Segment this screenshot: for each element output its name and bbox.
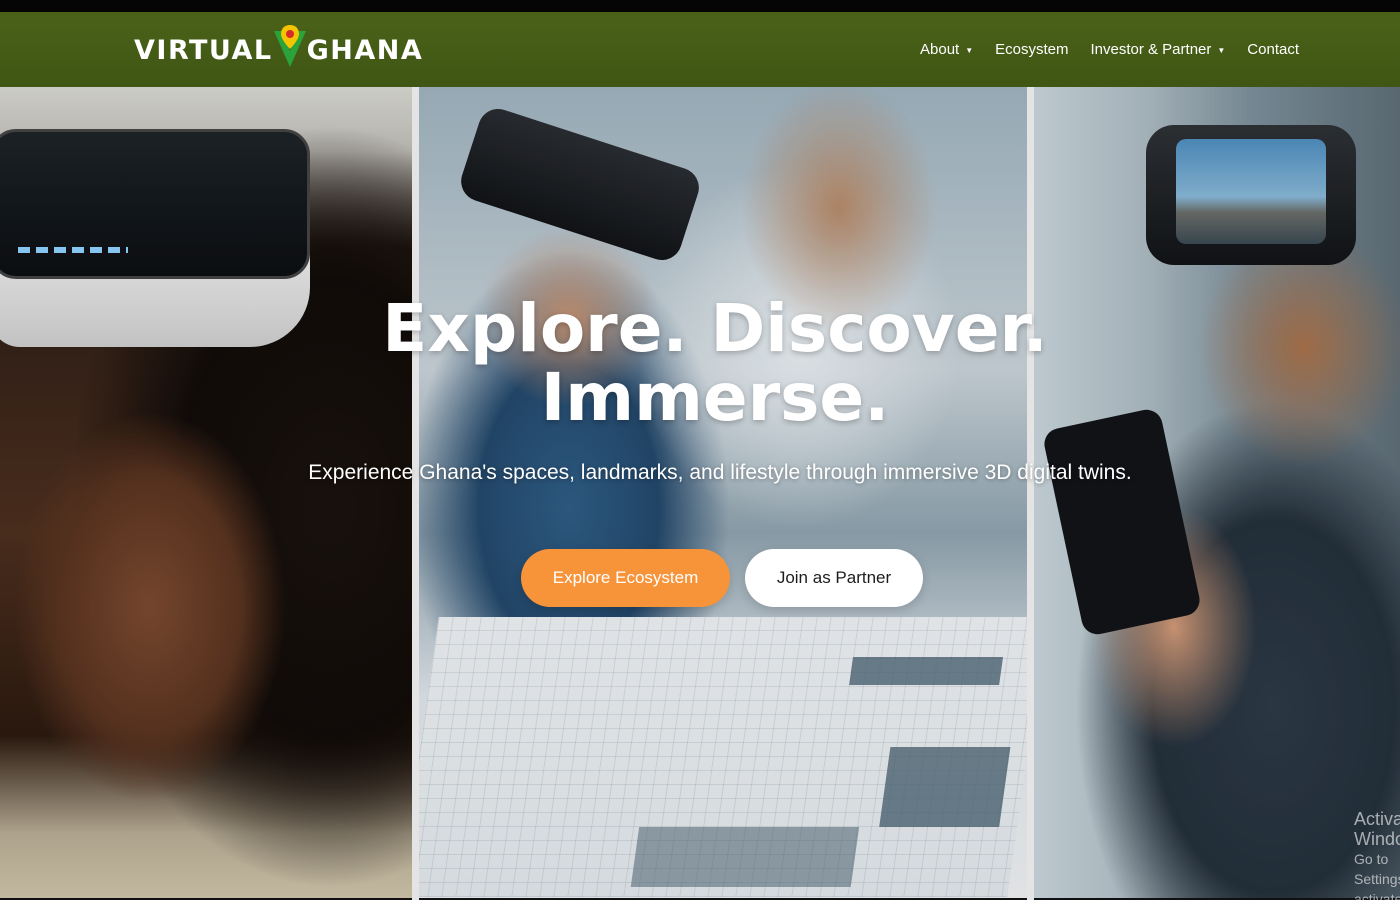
hero-title-line2: Immerse. [540, 359, 890, 436]
logo-text-virtual: VIRTUAL [134, 34, 273, 66]
explore-ecosystem-button[interactable]: Explore Ecosystem [521, 549, 730, 607]
join-as-partner-button[interactable]: Join as Partner [745, 549, 923, 607]
nav-ecosystem-label: Ecosystem [995, 41, 1069, 58]
chevron-down-icon: ▼ [965, 46, 974, 55]
hero-subtitle: Experience Ghana's spaces, landmarks, an… [308, 461, 1132, 484]
logo-text-ghana: GHANA [306, 34, 424, 66]
top-strip [0, 0, 1400, 12]
hero-overlay [0, 87, 1400, 900]
nav-ecosystem[interactable]: Ecosystem [984, 41, 1079, 58]
logo-pin-icon [273, 25, 306, 67]
chevron-down-icon: ▼ [1217, 46, 1226, 55]
watermark-line1: Activate Windows [1354, 809, 1400, 849]
nav-about[interactable]: About ▼ [909, 41, 984, 58]
nav-contact[interactable]: Contact [1236, 41, 1310, 58]
nav-about-label: About [920, 41, 960, 58]
activate-windows-watermark: Activate Windows Go to Settings to activ… [1354, 809, 1400, 900]
hero-section: Explore. Discover. Immerse. Experience G… [0, 87, 1400, 900]
hero-title-line1: Explore. Discover. [382, 290, 1048, 367]
site-header: VIRTUAL GHANA About ▼ Ecosystem Investor… [0, 12, 1400, 87]
nav-investor-partner[interactable]: Investor & Partner ▼ [1079, 41, 1236, 58]
hero-title: Explore. Discover. Immerse. [0, 294, 1400, 432]
watermark-line2: Go to Settings to activate Windows. [1354, 851, 1400, 900]
nav-investor-partner-label: Investor & Partner [1090, 41, 1212, 58]
main-nav: About ▼ Ecosystem Investor & Partner ▼ C… [909, 12, 1310, 87]
site-logo[interactable]: VIRTUAL GHANA [134, 24, 423, 76]
nav-contact-label: Contact [1247, 41, 1299, 58]
